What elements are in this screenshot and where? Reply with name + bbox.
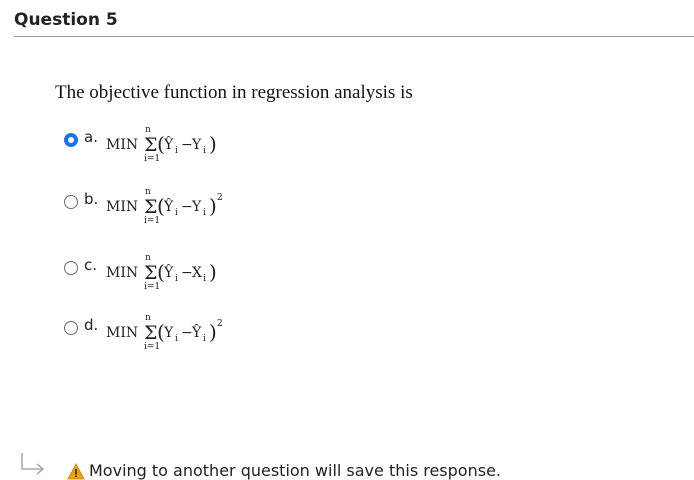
- sigma-symbol: Σ: [144, 322, 157, 344]
- formula-term-1: Ŷ: [163, 197, 174, 215]
- option-c-letter: c.: [84, 256, 98, 274]
- formula-sub-2: i: [203, 334, 206, 344]
- formula-power: 2: [217, 319, 223, 329]
- formula-min: MIN: [106, 265, 138, 281]
- sigma-symbol: Σ: [144, 262, 157, 284]
- close-paren: ): [209, 320, 217, 344]
- close-paren: ): [209, 194, 217, 218]
- warning-icon: [67, 463, 85, 480]
- close-paren: ): [209, 132, 217, 156]
- save-warning-text: Moving to another question will save thi…: [89, 461, 501, 480]
- formula-sub-1: i: [175, 334, 178, 344]
- formula-sub-2: i: [203, 208, 206, 218]
- formula-sub-2: i: [203, 146, 206, 156]
- formula-power: 2: [217, 193, 223, 203]
- formula-sub-1: i: [175, 208, 178, 218]
- formula-minus: −: [181, 265, 193, 281]
- formula-min: MIN: [106, 137, 138, 153]
- option-b[interactable]: b. MIN n Σ i=1 ( Ŷ i − Y i ) 2: [64, 182, 364, 226]
- formula-sub-1: i: [175, 274, 178, 284]
- option-a-formula: MIN n Σ i=1 ( Ŷ i − Y i ): [106, 125, 217, 164]
- option-d-letter: d.: [84, 316, 99, 334]
- formula-term-2: Y: [191, 137, 202, 153]
- formula-term-2: Y: [191, 199, 202, 215]
- formula-term-1: Ŷ: [163, 135, 174, 153]
- option-a-letter: a.: [84, 128, 98, 146]
- formula-min: MIN: [106, 325, 138, 341]
- question-title: Question 5: [14, 10, 118, 30]
- formula-term-1: Ŷ: [163, 263, 174, 281]
- option-d[interactable]: d. MIN n Σ i=1 ( Y i − Ŷ i ) 2: [64, 308, 364, 352]
- return-arrow-icon: [21, 453, 45, 475]
- sigma-symbol: Σ: [144, 134, 157, 156]
- option-a[interactable]: a. MIN n Σ i=1 ( Ŷ i − Y i ): [64, 120, 364, 164]
- radio-option-c[interactable]: [64, 261, 78, 275]
- radio-option-a[interactable]: [64, 133, 78, 147]
- option-b-letter: b.: [84, 190, 99, 208]
- formula-sub-2: i: [203, 274, 206, 284]
- formula-term-2: Ŷ: [191, 323, 202, 341]
- close-paren: ): [209, 260, 217, 284]
- formula-sub-1: i: [175, 146, 178, 156]
- radio-option-d[interactable]: [64, 321, 78, 335]
- formula-term-1: Y: [163, 325, 174, 341]
- radio-option-b[interactable]: [64, 195, 78, 209]
- option-d-formula: MIN n Σ i=1 ( Y i − Ŷ i ) 2: [106, 313, 223, 352]
- formula-term-2: X: [192, 265, 202, 281]
- option-c[interactable]: c. MIN n Σ i=1 ( Ŷ i − X i ): [64, 248, 364, 292]
- formula-minus: −: [181, 137, 193, 153]
- sigma-symbol: Σ: [144, 196, 157, 218]
- title-divider: [14, 36, 694, 37]
- formula-min: MIN: [106, 199, 138, 215]
- option-b-formula: MIN n Σ i=1 ( Ŷ i − Y i ) 2: [106, 187, 223, 226]
- formula-minus: −: [181, 325, 193, 341]
- question-text: The objective function in regression ana…: [55, 82, 413, 103]
- option-c-formula: MIN n Σ i=1 ( Ŷ i − X i ): [106, 253, 217, 292]
- formula-minus: −: [181, 199, 193, 215]
